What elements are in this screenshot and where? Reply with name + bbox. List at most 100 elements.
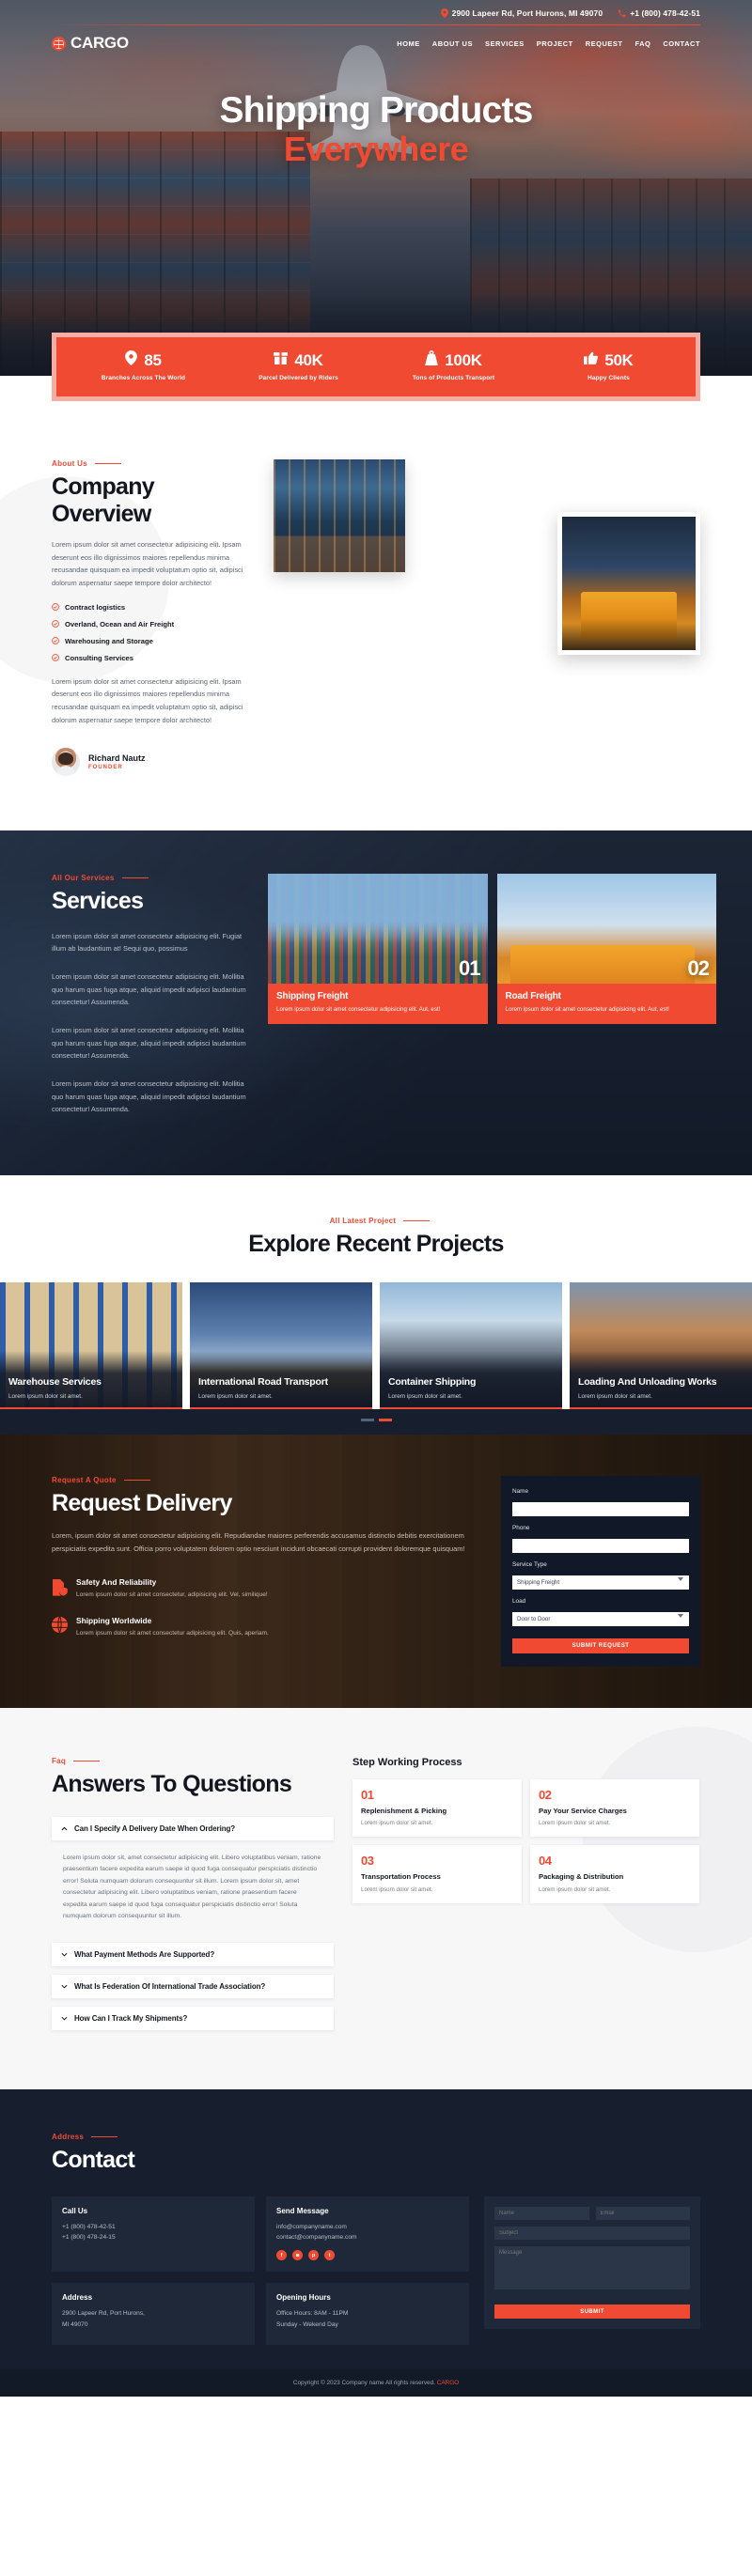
contact-eyebrow: Address	[52, 2133, 700, 2141]
service-card-shipping-freight[interactable]: 01 Shipping Freight Lorem ipsum dolor si…	[268, 873, 488, 1024]
topbar-address-text: 2900 Lapeer Rd, Port Hurons, MI 49070	[451, 8, 603, 18]
project-card-loading-unloading-works[interactable]: Loading And Unloading Works Lorem ipsum …	[570, 1282, 752, 1410]
project-card-international-road-transport[interactable]: International Road Transport Lorem ipsum…	[190, 1282, 372, 1410]
contact-subject-input[interactable]	[494, 2226, 690, 2240]
faq-item-4[interactable]: How Can I Track My Shipments?	[52, 2006, 334, 2030]
contact-box-line-2[interactable]: contact@companyname.com	[276, 2232, 459, 2242]
request-feature-worldwide: Shipping Worldwide Lorem ipsum dolor sit…	[52, 1616, 480, 1638]
contact-box-line-2[interactable]: +1 (800) 478-24-15	[62, 2232, 244, 2242]
facebook-icon[interactable]: f	[276, 2250, 287, 2261]
faq-item-3-header[interactable]: What Is Federation Of International Trad…	[52, 1975, 334, 1998]
nav-item-faq[interactable]: FAQ	[634, 39, 650, 48]
check-circle-icon	[52, 620, 59, 628]
globe-icon	[52, 36, 66, 51]
carousel-dot-1[interactable]	[360, 1131, 374, 1135]
twitter-icon[interactable]: t	[324, 2250, 335, 2261]
contact-email-input[interactable]	[595, 2206, 690, 2220]
service-card-title: Road Freight	[505, 990, 561, 1001]
faq-item-1-header[interactable]: Can I Specify A Delivery Date When Order…	[52, 1817, 334, 1840]
contact-info-boxes: Call Us +1 (800) 478-42-51 +1 (800) 478-…	[52, 2196, 469, 2346]
stat-clients: 50K Happy Clients	[531, 351, 686, 381]
topbar-phone-text: +1 (800) 478-42-51	[630, 8, 700, 18]
request-feature-desc: Lorem ipsum dolor sit amet consectetur, …	[76, 1591, 268, 1599]
nav-links: HOME ABOUT US SERVICES PROJECT REQUEST F…	[397, 39, 700, 48]
faq-section: Faq Answers To Questions Can I Specify A…	[0, 1707, 752, 2089]
faq-column: Faq Answers To Questions Can I Specify A…	[52, 1757, 334, 2039]
chevron-down-icon	[512, 1608, 689, 1627]
project-card-title: International Road Transport	[198, 1376, 328, 1389]
step-card-03: 03 Transportation Process Lorem ipsum do…	[352, 1845, 522, 1903]
faq-item-2-header[interactable]: What Payment Methods Are Supported?	[52, 1943, 334, 1966]
weight-icon	[425, 350, 439, 370]
stat-clients-value: 50K	[604, 350, 634, 369]
contact-name-input[interactable]	[494, 2206, 589, 2220]
nav-item-home[interactable]: HOME	[397, 39, 420, 48]
contact-title: Contact	[52, 2146, 135, 2173]
footer-brand-link[interactable]: CARGO	[437, 2380, 459, 2386]
steps-title: Step Working Process	[352, 1756, 462, 1768]
faq-item-2[interactable]: What Payment Methods Are Supported?	[52, 1942, 334, 1966]
request-paragraph: Lorem, ipsum dolor sit amet consectetur …	[52, 1531, 465, 1553]
thumbs-up-icon	[584, 351, 599, 370]
stat-tons-value: 100K	[445, 350, 482, 369]
submit-request-button[interactable]: SUBMIT REQUEST	[512, 1637, 689, 1653]
nav-item-request[interactable]: REQUEST	[586, 39, 623, 48]
project-card-container-shipping[interactable]: Container Shipping Lorem ipsum dolor sit…	[380, 1282, 562, 1410]
faq-item-3[interactable]: What Is Federation Of International Trad…	[52, 1974, 334, 1998]
name-input[interactable]	[512, 1502, 689, 1517]
step-card-01: 01 Replenishment & Picking Lorem ipsum d…	[352, 1778, 522, 1838]
hero-title-line-1: Shipping Products	[219, 90, 533, 131]
nav-item-about-us[interactable]: ABOUT US	[432, 39, 473, 48]
project-card-warehouse-services[interactable]: Warehouse Services Lorem ipsum dolor sit…	[0, 1282, 182, 1410]
request-feature-safety: Safety And Reliability Lorem ipsum dolor…	[52, 1577, 480, 1601]
contact-message-textarea[interactable]	[494, 2245, 690, 2289]
stat-parcels-label: Parcel Delivered by Riders	[258, 374, 338, 381]
faq-item-3-question: What Is Federation Of International Trad…	[74, 1981, 266, 1991]
carousel-dot-2[interactable]	[378, 1131, 392, 1135]
services-paragraph-3: Lorem ipsum dolor sit amet consectetur a…	[52, 1025, 246, 1061]
about-port-crane-image	[274, 459, 405, 572]
contact-box-call-us: Call Us +1 (800) 478-42-51 +1 (800) 478-…	[52, 2196, 255, 2273]
step-desc: Lorem ipsum dolor sit amet.	[361, 1820, 433, 1827]
load-select[interactable]	[512, 1612, 689, 1627]
request-feature-desc: Lorem ipsum dolor sit amet consectetur a…	[76, 1630, 269, 1637]
brand-logo[interactable]: CARGO	[52, 34, 129, 53]
stat-clients-label: Happy Clients	[588, 374, 630, 381]
request-title: Request Delivery	[52, 1490, 232, 1517]
step-name: Pay Your Service Charges	[539, 1806, 627, 1815]
field-phone-label: Phone	[512, 1525, 530, 1532]
faq-item-1[interactable]: Can I Specify A Delivery Date When Order…	[52, 1816, 334, 1840]
project-card-accent-bar	[190, 1407, 372, 1410]
nav-item-contact[interactable]: CONTACT	[663, 39, 700, 48]
contact-submit-button[interactable]: SUBMIT	[494, 2304, 690, 2320]
contact-box-line-1[interactable]: info@companyname.com	[276, 2222, 459, 2232]
pinterest-icon[interactable]: p	[308, 2250, 319, 2261]
projects-carousel-dot-2[interactable]	[378, 1419, 392, 1422]
about-founder: Richard Nautz FOUNDER	[52, 747, 251, 776]
project-card-title: Warehouse Services	[8, 1376, 102, 1389]
instagram-icon[interactable]: ◙	[292, 2250, 303, 2261]
faq-item-4-header[interactable]: How Can I Track My Shipments?	[52, 2007, 334, 2030]
footer-copyright: Copyright © 2023 Company name All rights…	[0, 2369, 752, 2398]
social-links: f ◙ p t	[276, 2250, 459, 2261]
stat-branches-label: Branches Across The World	[101, 375, 186, 381]
about-checklist-label: Contract logistics	[65, 602, 126, 612]
step-card-02: 02 Pay Your Service Charges Lorem ipsum …	[530, 1778, 699, 1838]
stats-bar-wrapper: 85 Branches Across The World 40K Parcel …	[52, 333, 700, 401]
about-eyebrow: About Us	[52, 459, 251, 468]
nav-item-project[interactable]: PROJECT	[537, 39, 573, 48]
service-card-title: Shipping Freight	[276, 990, 349, 1001]
project-card-title: Loading And Unloading Works	[578, 1376, 717, 1389]
globe-icon	[52, 1617, 68, 1637]
contact-box-line-1[interactable]: +1 (800) 478-42-51	[62, 2222, 244, 2232]
phone-input[interactable]	[512, 1539, 689, 1554]
about-text-column: About Us Company Overview Lorem ipsum do…	[52, 459, 251, 776]
stats-bar: 85 Branches Across The World 40K Parcel …	[52, 333, 700, 401]
topbar-phone[interactable]: +1 (800) 478-42-51	[618, 8, 700, 18]
service-card-road-freight[interactable]: 02 Road Freight Lorem ipsum dolor sit am…	[496, 873, 716, 1024]
service-type-select[interactable]	[512, 1575, 689, 1591]
stat-parcels-value: 40K	[294, 350, 323, 369]
nav-item-services[interactable]: SERVICES	[485, 39, 525, 48]
request-delivery-form: Name Phone Service Type Load	[501, 1476, 700, 1667]
projects-carousel-dot-1[interactable]	[360, 1419, 374, 1422]
